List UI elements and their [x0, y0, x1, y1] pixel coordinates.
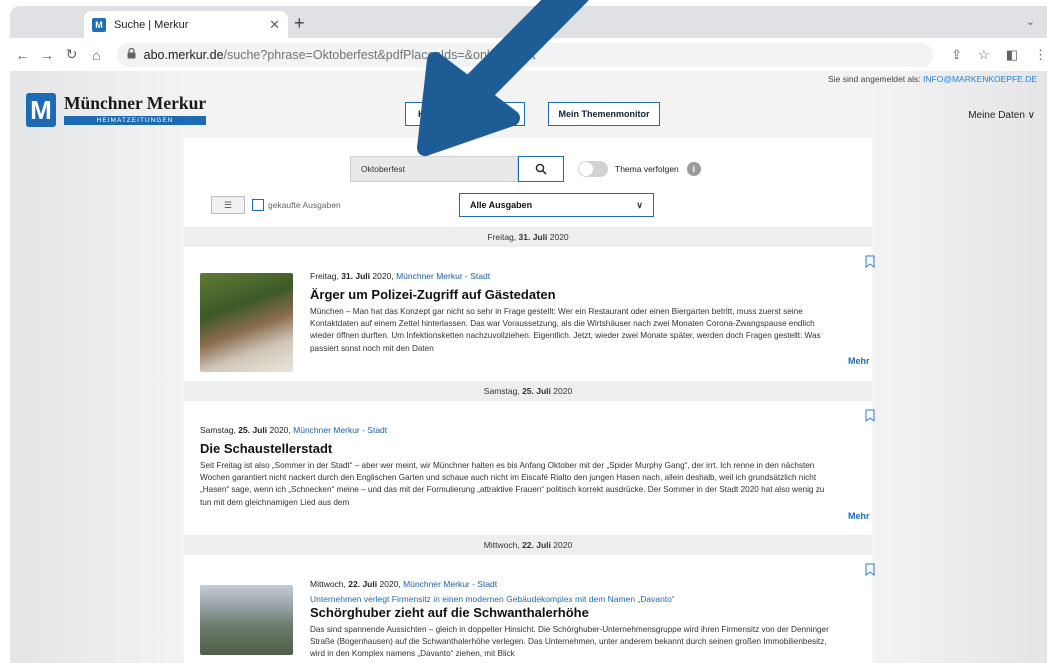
login-status: Sie sind angemeldet als: INFO@MARKENKOEP…	[828, 74, 1037, 84]
article-thumbnail[interactable]	[200, 273, 293, 372]
follow-topic-label: Thema verfolgen	[615, 164, 679, 174]
article-headline[interactable]: Schörghuber zieht auf die Schwanthalerhö…	[310, 605, 589, 620]
logo-subtitle: HEIMATZEITUNGEN	[64, 116, 207, 125]
search-input[interactable]: Oktoberfest	[350, 156, 518, 182]
page-content: Sie sind angemeldet als: INFO@MARKENKOEP…	[10, 71, 1047, 663]
forward-arrow-icon[interactable]: →	[35, 47, 60, 63]
article-teaser: München – Man hat das Konzept gar nicht …	[310, 307, 821, 353]
themenmonitor-button[interactable]: Mein Themenmonitor	[548, 102, 660, 126]
meta-date: 31. Juli	[341, 271, 371, 281]
bookmark-star-icon[interactable]: ☆	[978, 47, 990, 63]
results-card: Oktoberfest Thema verfolgen i ☰ gekaufte…	[184, 138, 875, 663]
band-year: 2020	[553, 386, 573, 396]
reload-icon[interactable]: ↻	[59, 46, 84, 63]
band-date: 22. Juli	[522, 540, 551, 550]
edition-select[interactable]: Alle Ausgaben ∨	[459, 193, 654, 217]
kebab-menu-icon[interactable]: ⋮	[1034, 47, 1047, 63]
merkur-favicon-icon: M	[92, 17, 106, 32]
meta-year: 2020,	[372, 271, 394, 281]
date-band: Samstag, 25. Juli 2020	[184, 381, 872, 401]
article-kicker: Unternehmen verlegt Firmensitz in einen …	[310, 594, 675, 604]
merkur-logo-icon: M	[26, 93, 56, 127]
tab-strip: M Suche | Merkur ✕ + ⌄	[10, 6, 1047, 38]
logo-name: Münchner Merkur	[64, 93, 207, 113]
more-link[interactable]: Mehr	[848, 511, 870, 521]
teaser-fade	[716, 508, 836, 520]
date-band: Freitag, 31. Juli 2020	[184, 227, 872, 247]
meta-year: 2020,	[379, 579, 401, 589]
tab-title: Suche | Merkur	[114, 18, 189, 31]
meine-daten-label: Meine Daten	[968, 110, 1025, 121]
back-arrow-icon[interactable]: ←	[10, 47, 35, 63]
bookmark-icon[interactable]	[865, 563, 875, 576]
article-source[interactable]: Münchner Merkur - Stadt	[403, 579, 497, 589]
meta-date: 22. Juli	[348, 579, 378, 589]
browser-window: M Suche | Merkur ✕ + ⌄ ← → ↻ ⌂ abo.merku…	[10, 6, 1047, 663]
login-prefix: Sie sind angemeldet als:	[828, 74, 921, 84]
info-icon[interactable]: i	[686, 162, 701, 176]
search-icon	[535, 163, 547, 175]
more-link[interactable]: Mehr	[848, 356, 870, 366]
meta-date: 25. Juli	[238, 425, 268, 435]
login-email[interactable]: INFO@MARKENKOEPFE.DE	[923, 74, 1037, 84]
share-icon[interactable]: ⇪	[951, 47, 962, 63]
address-bar[interactable]: abo.merkur.de/suche?phrase=Oktoberfest&p…	[116, 42, 934, 67]
kiosk-button[interactable]: Ki	[405, 102, 525, 126]
band-year: 2020	[553, 540, 573, 550]
meta-day: Freitag,	[310, 271, 339, 281]
new-tab-plus-icon[interactable]: +	[294, 13, 305, 34]
search-button[interactable]	[518, 156, 564, 182]
bought-editions-label: gekaufte Ausgaben	[268, 200, 341, 210]
band-date: 31. Juli	[518, 232, 548, 242]
url-host: abo.merkur.de	[143, 47, 224, 62]
bookmark-icon[interactable]	[865, 409, 875, 422]
toggle-knob	[579, 162, 593, 176]
article-teaser: Das sind spannende Aussichten – gleich i…	[310, 625, 829, 659]
close-tab-icon[interactable]: ✕	[269, 17, 280, 33]
filter-row: ☰ gekaufte Ausgaben Alle Ausgaben ∨	[211, 193, 654, 217]
tab-search-chevron-icon[interactable]: ⌄	[1026, 15, 1035, 28]
url-path: /suche?phrase=Oktoberfest&pdfPlacesIds=&…	[223, 47, 536, 62]
bought-editions-checkbox[interactable]	[252, 199, 264, 211]
article-headline[interactable]: Die Schaustellerstadt	[200, 441, 332, 456]
chevron-down-icon: ∨	[636, 199, 643, 210]
meta-year: 2020,	[269, 425, 291, 435]
article-meta: Mittwoch, 22. Juli 2020, Münchner Merkur…	[310, 579, 497, 589]
article-teaser: Seit Freitag ist also „Sommer in der Sta…	[200, 461, 825, 507]
meine-daten-menu[interactable]: Meine Daten ∨	[968, 110, 1035, 121]
list-item[interactable]: Mittwoch, 22. Juli 2020, Münchner Merkur…	[184, 555, 875, 663]
band-year: 2020	[549, 232, 569, 242]
lock-icon	[127, 47, 136, 62]
browser-tab[interactable]: M Suche | Merkur ✕	[84, 11, 288, 38]
band-day: Freitag,	[487, 232, 517, 242]
list-view-icon[interactable]: ☰	[211, 196, 245, 214]
chevron-down-icon: ∨	[1027, 110, 1035, 121]
band-date: 25. Juli	[522, 386, 551, 396]
article-headline[interactable]: Ärger um Polizei-Zugriff auf Gästedaten	[310, 287, 556, 302]
meta-day: Samstag,	[200, 425, 236, 435]
browser-toolbar: ← → ↻ ⌂ abo.merkur.de/suche?phrase=Oktob…	[10, 38, 1047, 71]
band-day: Mittwoch,	[483, 540, 520, 550]
search-row: Oktoberfest Thema verfolgen i	[350, 156, 701, 182]
teaser-fade	[710, 354, 830, 366]
article-source[interactable]: Münchner Merkur - Stadt	[396, 271, 490, 281]
article-meta: Samstag, 25. Juli 2020, Münchner Merkur …	[200, 425, 387, 435]
date-band: Mittwoch, 22. Juli 2020	[184, 535, 872, 555]
edition-select-value: Alle Ausgaben	[470, 200, 533, 210]
article-thumbnail[interactable]	[200, 585, 293, 655]
home-icon[interactable]: ⌂	[84, 47, 109, 63]
site-logo[interactable]: M Münchner Merkur HEIMATZEITUNGEN	[26, 93, 207, 127]
article-meta: Freitag, 31. Juli 2020, Münchner Merkur …	[310, 271, 490, 281]
side-panel-icon[interactable]: ◧	[1006, 47, 1018, 63]
article-source[interactable]: Münchner Merkur - Stadt	[293, 425, 387, 435]
follow-topic-toggle[interactable]	[578, 161, 608, 177]
band-day: Samstag,	[483, 386, 520, 396]
meta-day: Mittwoch,	[310, 579, 346, 589]
bookmark-icon[interactable]	[865, 255, 875, 268]
